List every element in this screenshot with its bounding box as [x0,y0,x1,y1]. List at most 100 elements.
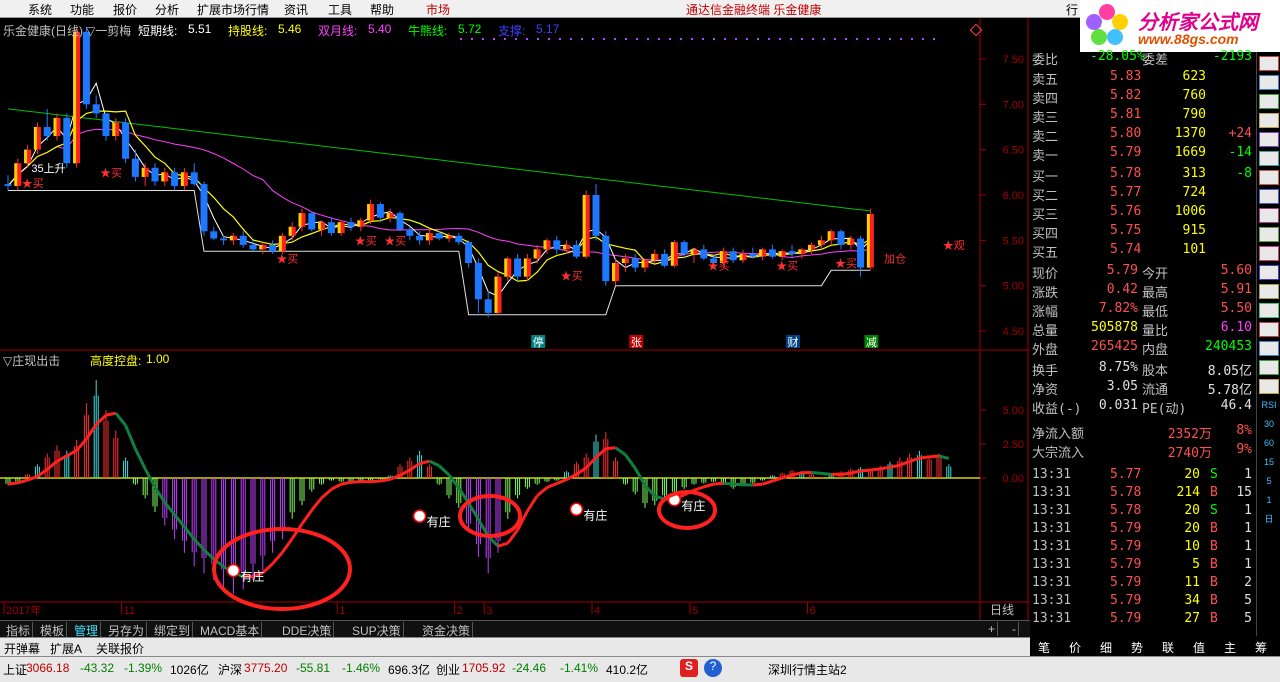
menu-right[interactable]: 行 [1066,1,1078,18]
secondary-tab-0[interactable]: 开弹幕 [4,640,40,657]
trend-line [840,471,851,476]
tool-icon[interactable] [1259,341,1279,356]
signal-dot [537,38,539,40]
menu-ext-market[interactable]: 扩展市场行情 [197,1,269,18]
tool-icon[interactable] [1259,208,1279,223]
menu-tools[interactable]: 工具 [328,1,352,18]
candle-body [572,244,580,257]
tick-row: 13:31 5.79 27 B 5 [1030,610,1256,629]
tool-icon[interactable] [1259,113,1279,128]
buy-signal-label: ★买 [561,270,583,283]
quote-tab-6[interactable]: 主 [1224,639,1236,656]
zoom-out-button[interactable]: - [1010,622,1019,636]
trend-line [350,480,361,484]
signal-dot [768,38,770,40]
period-button[interactable]: RSI [1259,398,1279,413]
buy-volume: 313 [1182,166,1206,181]
period-button[interactable]: 日 [1259,512,1279,527]
candle-highlight [582,195,586,257]
flow-label: 大宗流入 [1032,446,1085,461]
zoom-in-button[interactable]: + [986,622,999,636]
osc-tick-label: 0.00 [1003,473,1024,485]
server-name[interactable]: 深圳行情主站2 [768,661,847,678]
trend-line [811,470,822,475]
signal-dot [636,38,638,40]
buy-price: 5.77 [1110,185,1142,200]
secondary-tab-1[interactable]: 扩展A [50,640,82,657]
tool-icon[interactable] [1259,322,1279,337]
tool-icon[interactable] [1259,303,1279,318]
period-button[interactable]: 30 [1259,417,1279,432]
tool-icon[interactable] [1259,75,1279,90]
chart-area[interactable]: 7.50 7.00 6.50 6.00 5.50 5.00 4.50 35上升 ★买 ★买 ★买 ★买… [0,18,1030,620]
quote-tab-7[interactable]: 筹 [1255,639,1267,656]
candle-body [553,240,561,250]
quote-tab-4[interactable]: 联 [1162,639,1174,656]
buy-label: 买三 [1032,208,1059,223]
candle-body [729,251,737,261]
quote-tab-3[interactable]: 势 [1131,639,1143,656]
buy-price: 5.75 [1110,223,1142,238]
tool-icon[interactable] [1259,360,1279,375]
tool-icon[interactable] [1259,379,1279,394]
candle-highlight [24,149,28,164]
secondary-tab-2[interactable]: 关联报价 [96,640,144,657]
tool-icon[interactable] [1259,246,1279,261]
price-tick-label: 4.50 [1003,326,1024,338]
tick-time: 13:31 [1032,521,1072,536]
lower-indicator-title[interactable]: ▽庄现出击 [3,352,60,369]
signal-dot [493,38,495,40]
tool-icon[interactable] [1259,170,1279,185]
indicator-name[interactable]: ▽一剪梅 [86,22,131,39]
quote-tab-5[interactable]: 值 [1193,639,1205,656]
price-tick-label: 6.00 [1003,190,1024,202]
menu-quote[interactable]: 报价 [113,1,137,18]
candle-body [92,104,100,114]
candle-highlight [318,222,322,230]
sell-row: 卖二 5.80 1370 +24 [1030,125,1256,145]
menu-function[interactable]: 功能 [70,1,94,18]
sh-label: 上证 [3,663,28,677]
period-button[interactable]: 15 [1259,455,1279,470]
menu-system[interactable]: 系统 [28,1,52,18]
tool-icon[interactable] [1259,284,1279,299]
tool-icon[interactable] [1259,56,1279,71]
sell-volume: 1370 [1174,126,1206,141]
tool-icon[interactable] [1259,265,1279,280]
candle-highlight [180,172,184,186]
menu-market[interactable]: 市场 [426,1,450,18]
quote-tab-1[interactable]: 价 [1069,639,1081,656]
candle-body [122,122,130,159]
menu-info[interactable]: 资讯 [284,1,308,18]
quote-tab-2[interactable]: 细 [1100,639,1112,656]
menu-analysis[interactable]: 分析 [155,1,179,18]
help-icon[interactable]: ? [704,659,722,677]
period-button[interactable]: 5 [1259,474,1279,489]
period-button[interactable]: 1 [1259,493,1279,508]
tool-icon[interactable] [1259,227,1279,242]
quote-tab-0[interactable]: 笔 [1038,639,1050,656]
tick-volume: 20 [1184,467,1200,482]
candle-body [435,233,443,239]
signal-dot [581,38,583,40]
tool-icon[interactable] [1259,132,1279,147]
stat-label: 最低 [1142,305,1169,320]
tick-price: 5.79 [1110,521,1142,536]
date-label: 6 [810,605,816,617]
menu-help[interactable]: 帮助 [370,1,394,18]
tick-time: 13:31 [1032,557,1072,572]
trend-line [380,477,391,483]
stat-row: 涨幅 7.82% 最低 5.50 [1030,300,1256,320]
signal-dot [900,38,902,40]
tool-icon[interactable] [1259,151,1279,166]
indicator-label: 持股线: [228,24,268,38]
signal-dot [757,38,759,40]
period-button[interactable]: 60 [1259,436,1279,451]
tick-row: 13:31 5.77 20 S 1 [1030,466,1256,485]
sogou-icon[interactable]: S [680,659,698,677]
tool-icon[interactable] [1259,94,1279,109]
signal-dot [702,38,704,40]
weicha-value: -2193 [1212,49,1252,64]
candle-body [857,238,865,268]
tool-icon[interactable] [1259,189,1279,204]
